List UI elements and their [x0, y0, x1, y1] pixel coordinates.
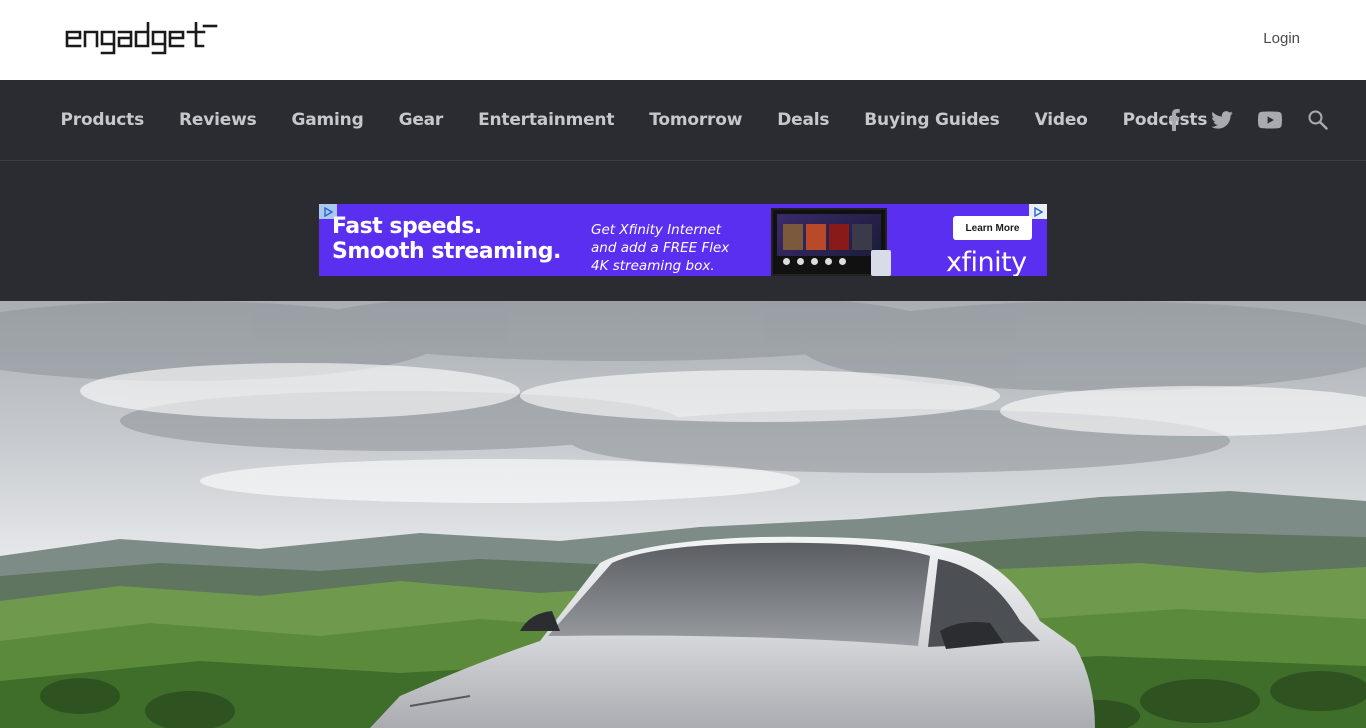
ad-copy-line-2: and add a FREE Flex [591, 240, 730, 256]
ad-headline: Fast speeds. Smooth streaming. [332, 214, 561, 264]
login-link[interactable]: Login [1263, 30, 1300, 47]
play-triangle-icon [1034, 206, 1043, 217]
youtube-button[interactable] [1246, 100, 1294, 140]
ad-banner-area: Fast speeds. Smooth streaming. Get Xfini… [0, 161, 1366, 301]
tv-app-dot [783, 258, 790, 265]
tv-tile [829, 224, 849, 250]
nav-item-gear[interactable]: Gear [381, 110, 461, 130]
engadget-logo[interactable] [64, 20, 218, 60]
tv-app-dot [797, 258, 804, 265]
nav-item-buying-guides[interactable]: Buying Guides [847, 110, 1017, 130]
main-nav: Products Reviews Gaming Gear Entertainme… [0, 80, 1366, 161]
nav-item-reviews[interactable]: Reviews [162, 110, 274, 130]
nav-item-products[interactable]: Products [43, 110, 162, 130]
facebook-button[interactable] [1150, 100, 1198, 140]
hero-image[interactable] [0, 301, 1366, 728]
hero-car-landscape-image [0, 301, 1366, 728]
nav-items: Products Reviews Gaming Gear Entertainme… [43, 80, 1225, 160]
ad-streaming-box-image [871, 250, 891, 276]
tv-tile [783, 224, 803, 250]
ad-copy-line-1: Get Xfinity Internet [591, 222, 722, 238]
ad-copy-line-3: 4K streaming box. [591, 258, 715, 274]
twitter-icon [1211, 111, 1233, 129]
search-icon [1308, 110, 1328, 130]
ad-headline-line-1: Fast speeds. [332, 214, 482, 239]
engadget-wordmark [65, 22, 218, 55]
ad-learn-more-button[interactable]: Learn More [953, 216, 1032, 240]
youtube-icon [1258, 111, 1282, 129]
top-bar: Login [0, 0, 1366, 80]
tv-app-dot [811, 258, 818, 265]
nav-item-entertainment[interactable]: Entertainment [461, 110, 632, 130]
search-button[interactable] [1294, 100, 1342, 140]
ad-headline-line-2: Smooth streaming. [332, 239, 561, 264]
tv-tile [852, 224, 872, 250]
tv-app-dot [825, 258, 832, 265]
nav-item-deals[interactable]: Deals [760, 110, 847, 130]
tv-tile [806, 224, 826, 250]
social-links [1150, 80, 1342, 160]
ad-copy: Get Xfinity Internet and add a FREE Flex… [591, 221, 729, 275]
twitter-button[interactable] [1198, 100, 1246, 140]
ad-tv-image [771, 208, 887, 276]
ad-brand-logo: xfinity [946, 247, 1027, 276]
facebook-icon [1169, 109, 1180, 131]
nav-item-gaming[interactable]: Gaming [274, 110, 381, 130]
tv-app-dot [839, 258, 846, 265]
nav-item-video[interactable]: Video [1017, 110, 1105, 130]
nav-item-tomorrow[interactable]: Tomorrow [632, 110, 760, 130]
xfinity-ad[interactable]: Fast speeds. Smooth streaming. Get Xfini… [319, 204, 1047, 276]
